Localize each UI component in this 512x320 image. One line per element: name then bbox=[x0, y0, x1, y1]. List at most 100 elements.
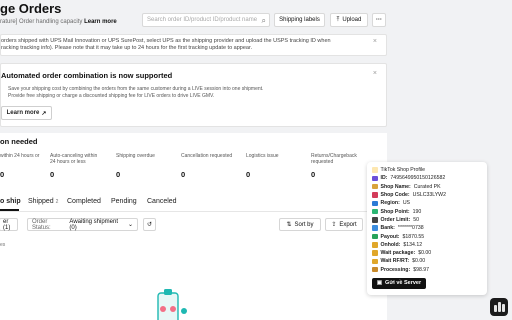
metric-value[interactable]: 0 bbox=[311, 170, 315, 179]
close-icon[interactable]: × bbox=[373, 38, 377, 45]
tab-to-ship[interactable]: o ship bbox=[0, 198, 21, 205]
tab-pending[interactable]: Pending bbox=[111, 198, 137, 205]
sort-by-label: Sort by bbox=[294, 221, 314, 228]
profile-key: Order Limit: bbox=[380, 216, 411, 223]
profile-title-row: TikTok Shop Profile bbox=[372, 166, 482, 174]
profile-value: $1870.55 bbox=[402, 233, 425, 240]
bar-icon bbox=[501, 304, 505, 312]
external-link-icon: ↗ bbox=[41, 110, 47, 117]
region-icon bbox=[372, 200, 378, 207]
combination-line-1: Save your shipping cost by combining the… bbox=[8, 86, 264, 92]
profile-key: Shop Code: bbox=[380, 192, 410, 199]
metric-value[interactable]: 0 bbox=[0, 170, 4, 179]
bar-icon bbox=[493, 305, 497, 312]
metric-label: Logistics issue bbox=[246, 153, 279, 159]
more-options-button[interactable]: ··· bbox=[372, 13, 386, 27]
empty-state-illustration bbox=[157, 289, 187, 320]
close-icon[interactable]: × bbox=[373, 70, 377, 77]
tab-label: Shipped bbox=[28, 198, 54, 205]
metric-value[interactable]: 0 bbox=[246, 170, 250, 179]
point-icon bbox=[372, 208, 378, 215]
banner-line-2: racking tracking info). Please note that… bbox=[1, 45, 253, 51]
export-button[interactable]: ⇪ Export bbox=[325, 218, 363, 231]
learn-more-label: Learn more bbox=[6, 110, 40, 116]
profile-value: *******0738 bbox=[397, 225, 424, 232]
sort-icon: ⇅ bbox=[286, 222, 292, 228]
profile-key: Shop Name: bbox=[380, 183, 411, 190]
profile-row: Order Limit: 50 bbox=[372, 216, 482, 224]
subtitle-text: rature] Order handling capacity bbox=[0, 19, 83, 25]
profile-title: TikTok Shop Profile bbox=[380, 167, 426, 174]
refresh-icon: ↺ bbox=[146, 222, 153, 228]
tabs-divider bbox=[0, 211, 387, 212]
metric-value[interactable]: 0 bbox=[181, 170, 185, 179]
order-status-label: Order Status: bbox=[32, 218, 51, 231]
metric-value[interactable]: 0 bbox=[50, 170, 54, 179]
search-placeholder: Search order ID/product ID/product name bbox=[147, 17, 258, 23]
rfrt-icon bbox=[372, 258, 378, 265]
orders-tabs-panel: o ship Shipped 2 Completed Pending Cance… bbox=[0, 191, 387, 320]
export-label: Export bbox=[339, 221, 357, 228]
results-label: es bbox=[0, 242, 6, 248]
profile-value: $98.97 bbox=[413, 266, 430, 273]
send-to-server-button[interactable]: ▣ Gửi về Server bbox=[372, 277, 426, 289]
profile-key: Onhold: bbox=[380, 241, 401, 248]
profile-row: Bank: *******0738 bbox=[372, 224, 482, 232]
bar-icon bbox=[497, 302, 501, 312]
profile-value: $134.12 bbox=[403, 241, 423, 248]
metric-label: Shipping overdue bbox=[116, 153, 155, 159]
action-needed-section: on needed within 24 hours or 0 Auto-canc… bbox=[0, 133, 387, 191]
profile-value: USLC33LYW2 bbox=[412, 192, 446, 199]
order-status-select[interactable]: Order Status: Awaiting shipment (0) ⌄ bbox=[27, 218, 138, 231]
profile-row: Region: US bbox=[372, 199, 482, 207]
tracking-info-banner: orders shipped with UPS Mail Innovation … bbox=[0, 34, 387, 56]
profile-value: US bbox=[402, 200, 411, 207]
profile-row: Shop Name: Curated PK bbox=[372, 183, 482, 191]
profile-row: ID: 7495649950150126582 bbox=[372, 174, 482, 182]
shipping-labels-button[interactable]: Shipping labels bbox=[274, 13, 325, 27]
metric-label: Cancellation requested bbox=[181, 153, 233, 159]
extension-launcher-button[interactable] bbox=[490, 298, 508, 316]
onhold-icon bbox=[372, 242, 378, 248]
profile-row: Onhold: $134.12 bbox=[372, 241, 482, 249]
profile-rows: ID: 7495649950150126582 Shop Name: Curated … bbox=[372, 174, 482, 274]
metric-label: Returns/Chargeback requested bbox=[311, 153, 357, 165]
search-icon: ⌕ bbox=[261, 16, 266, 25]
tab-shipped[interactable]: Shipped 2 bbox=[28, 198, 58, 205]
profile-value: $0.00 bbox=[418, 250, 432, 257]
search-input[interactable]: Search order ID/product ID/product name … bbox=[142, 13, 270, 27]
profile-row: Wait RF/RT: $0.00 bbox=[372, 257, 482, 265]
profile-key: Processing: bbox=[380, 266, 411, 273]
send-to-server-label: Gửi về Server bbox=[385, 280, 422, 287]
limit-icon bbox=[372, 217, 378, 223]
profile-value: $0.00 bbox=[412, 258, 426, 265]
page-subtitle: rature] Order handling capacity Learn mo… bbox=[0, 19, 117, 25]
export-icon: ⇪ bbox=[331, 222, 337, 228]
order-combination-card: Automated order combination is now suppo… bbox=[0, 63, 387, 127]
upload-icon: ⤒ bbox=[336, 16, 340, 23]
tab-canceled[interactable]: Canceled bbox=[147, 198, 177, 205]
learn-more-link[interactable]: Learn more bbox=[84, 19, 117, 25]
profile-row: Shop Code: USLC33LYW2 bbox=[372, 191, 482, 199]
profile-key: Payout: bbox=[380, 233, 400, 240]
sort-by-button[interactable]: ⇅ Sort by bbox=[279, 218, 321, 231]
action-needed-title: on needed bbox=[0, 137, 38, 146]
tab-count-badge: 2 bbox=[55, 199, 59, 205]
upload-button[interactable]: ⤒ Upload bbox=[330, 13, 368, 27]
page-title: ge Orders bbox=[0, 1, 62, 16]
profile-value: 190 bbox=[412, 208, 422, 215]
learn-more-button[interactable]: Learn more ↗ bbox=[1, 106, 52, 120]
processing-icon bbox=[372, 266, 378, 273]
save-icon: ▣ bbox=[376, 280, 383, 287]
filter-button[interactable]: er (1) bbox=[0, 218, 18, 231]
profile-value: 50 bbox=[413, 216, 419, 223]
banner-line-1: orders shipped with UPS Mail Innovation … bbox=[1, 38, 331, 44]
bank-icon bbox=[372, 225, 378, 231]
profile-row: Payout: $1870.55 bbox=[372, 232, 482, 240]
tab-completed[interactable]: Completed bbox=[67, 198, 101, 205]
metric-value[interactable]: 0 bbox=[116, 170, 120, 179]
profile-value: Curated PK bbox=[413, 183, 441, 190]
refresh-button[interactable]: ↺ bbox=[143, 218, 156, 231]
profile-key: Wait package: bbox=[380, 250, 416, 257]
profile-key: ID: bbox=[380, 175, 388, 182]
